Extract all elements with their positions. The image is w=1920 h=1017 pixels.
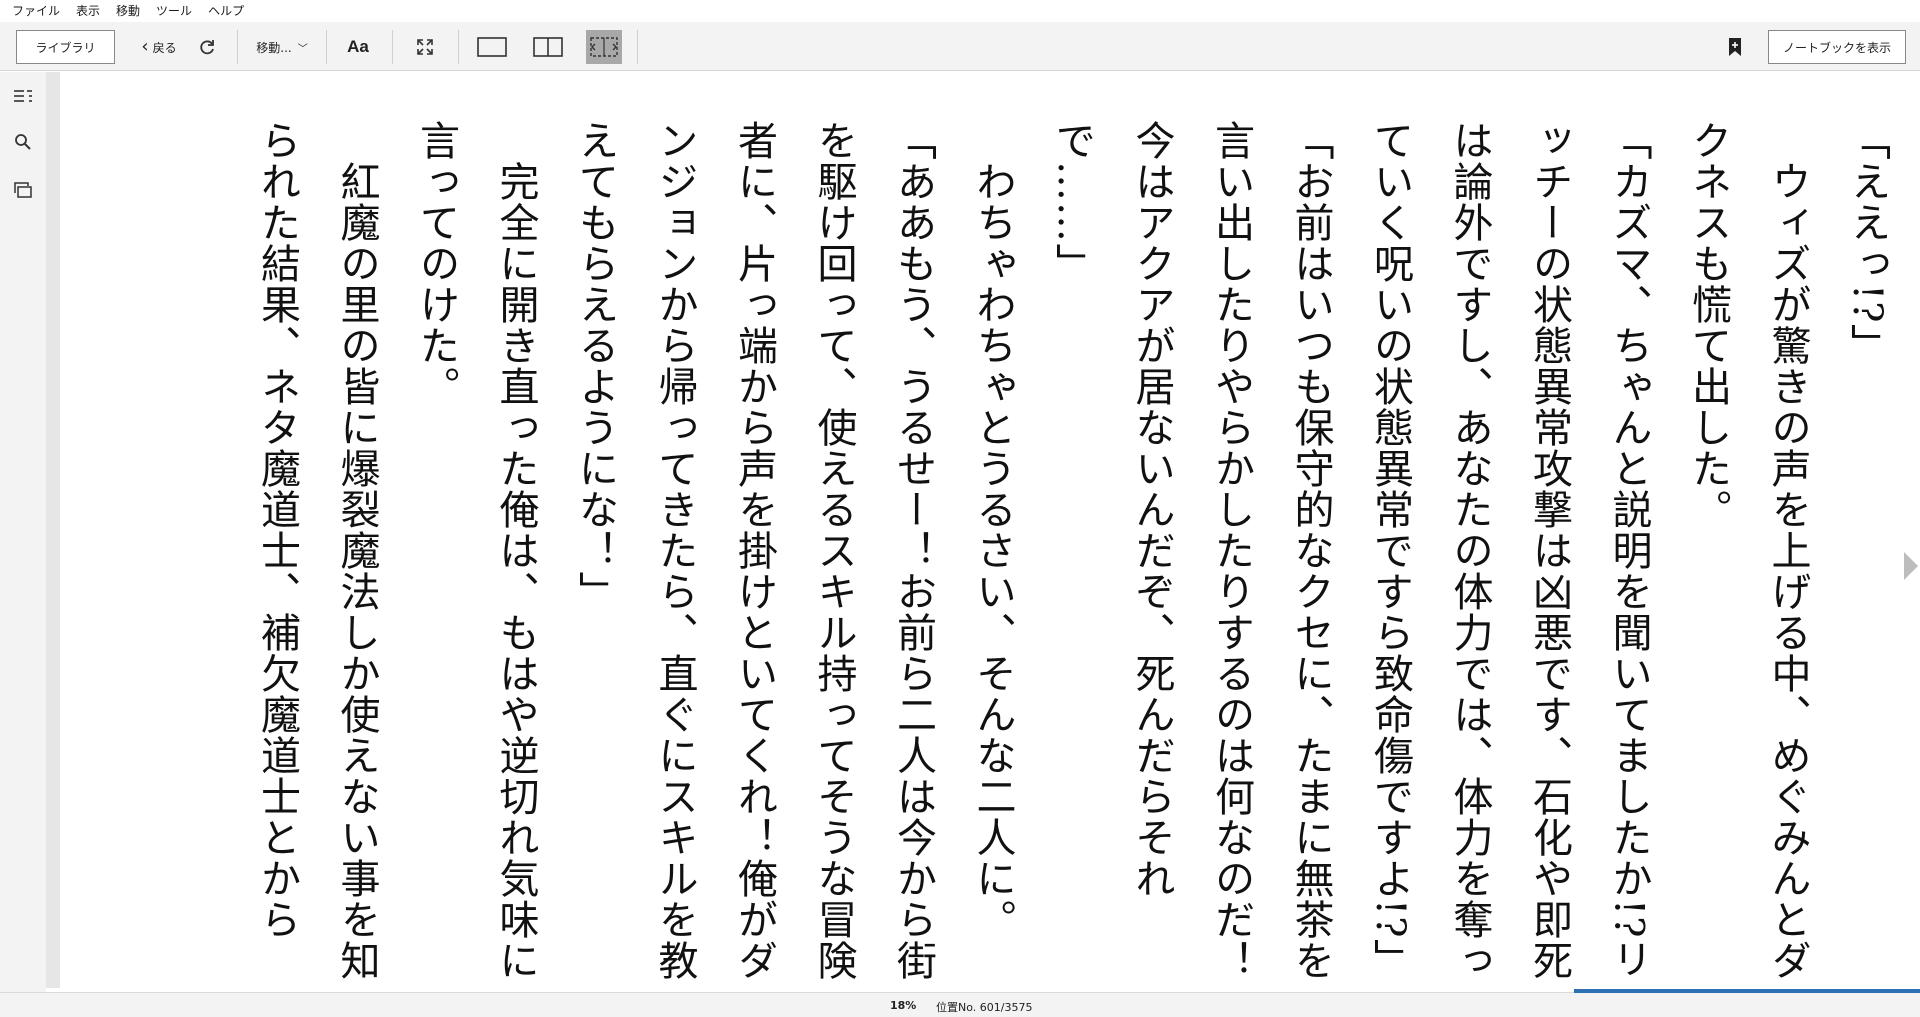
refresh-button[interactable] xyxy=(192,30,222,64)
toolbar-divider xyxy=(637,30,638,64)
next-page-arrow-icon[interactable] xyxy=(1904,552,1918,580)
chevron-down-icon: ﹀ xyxy=(297,43,308,55)
paragraph: 「ええっ!?」 xyxy=(1844,120,1890,365)
fullscreen-button[interactable] xyxy=(408,30,442,64)
reading-page[interactable]: 「ええっ!?」 ウィズが驚きの声を上げる中、めぐみんとダクネスも慌て出した。 「… xyxy=(60,72,1920,988)
toolbar-divider xyxy=(458,30,459,64)
menu-bar: ファイル 表示 移動 ツール ヘルプ xyxy=(0,0,1920,22)
menu-tools[interactable]: ツール xyxy=(148,0,200,22)
book-text: 「ええっ!?」 ウィズが驚きの声を上げる中、めぐみんとダクネスも慌て出した。 「… xyxy=(108,120,1906,1008)
notebook-label: ノートブックを表示 xyxy=(1782,40,1891,55)
menu-go[interactable]: 移動 xyxy=(108,0,148,22)
back-button[interactable]: ‹ 戻る xyxy=(126,30,192,64)
toolbar-divider xyxy=(326,30,327,64)
search-icon xyxy=(15,134,31,150)
show-notebook-button[interactable]: ノートブックを表示 xyxy=(1768,30,1906,64)
toolbar-divider xyxy=(392,30,393,64)
toc-icon xyxy=(14,90,32,102)
flashcards-icon xyxy=(14,182,32,198)
font-label: Aa xyxy=(347,37,369,56)
toolbar: ライブラリ ‹ 戻る 移動... ﹀ Aa ノートブックを表示 xyxy=(0,22,1920,71)
fullscreen-icon xyxy=(417,39,433,55)
progress-fill xyxy=(1574,989,1920,993)
fit-width-button[interactable] xyxy=(586,30,622,64)
paragraph: ウィズが驚きの声を上げる中、めぐみんとダクネスも慌て出した。 xyxy=(1685,120,1811,981)
progress-bar[interactable] xyxy=(0,989,1920,993)
single-page-button[interactable] xyxy=(474,30,510,64)
progress-percent: 18% xyxy=(890,999,917,1012)
page-gutter xyxy=(46,72,60,988)
toolbar-divider xyxy=(237,30,238,64)
search-button[interactable] xyxy=(9,128,37,156)
location-label: 位置No. 601/3575 xyxy=(936,1001,1033,1014)
paragraph: 紅魔の里の皆に爆裂魔法しか使えない事を知られた結果、ネタ魔道士、補欠魔道士とから xyxy=(254,120,380,981)
menu-view[interactable]: 表示 xyxy=(68,0,108,22)
paragraph: 「ああもう、うるせー！お前ら二人は今から街を駆け回って、使えるスキル持ってそうな… xyxy=(572,120,936,981)
library-button[interactable]: ライブラリ xyxy=(16,30,115,64)
menu-help[interactable]: ヘルプ xyxy=(200,0,252,22)
chevron-left-icon: ‹ xyxy=(141,36,149,57)
flashcards-button[interactable] xyxy=(9,176,37,204)
two-page-button[interactable] xyxy=(530,30,566,64)
goto-label: 移動... xyxy=(256,40,292,55)
back-label: 戻る xyxy=(152,40,177,55)
font-settings-button[interactable]: Aa xyxy=(340,30,376,64)
paragraph: わちゃわちゃとうるさい、そんな二人に。 xyxy=(969,120,1016,940)
fit-width-icon xyxy=(590,37,618,57)
bookmark-button[interactable] xyxy=(1720,30,1750,64)
refresh-icon xyxy=(200,40,214,55)
paragraph: 「カズマ、ちゃんと説明を聞いてましたか!?リッチーの状態異常攻撃は凶悪です、石化… xyxy=(1367,120,1652,981)
status-bar: 18% 位置No. 601/3575 xyxy=(0,989,1920,1017)
side-rail xyxy=(0,72,46,992)
paragraph: 「お前はいつも保守的なクセに、たまに無茶を言い出したりやらかしたりするのは何なの… xyxy=(1049,120,1334,981)
paragraph: 完全に開き直った俺は、もはや逆切れ気味に言ってのけた。 xyxy=(413,120,539,981)
goto-dropdown[interactable]: 移動... ﹀ xyxy=(248,30,316,64)
bookmark-icon xyxy=(1729,38,1741,56)
toc-button[interactable] xyxy=(9,82,37,110)
library-label: ライブラリ xyxy=(35,40,96,55)
two-page-icon xyxy=(533,37,563,57)
single-page-icon xyxy=(477,37,507,57)
menu-file[interactable]: ファイル xyxy=(4,0,68,22)
